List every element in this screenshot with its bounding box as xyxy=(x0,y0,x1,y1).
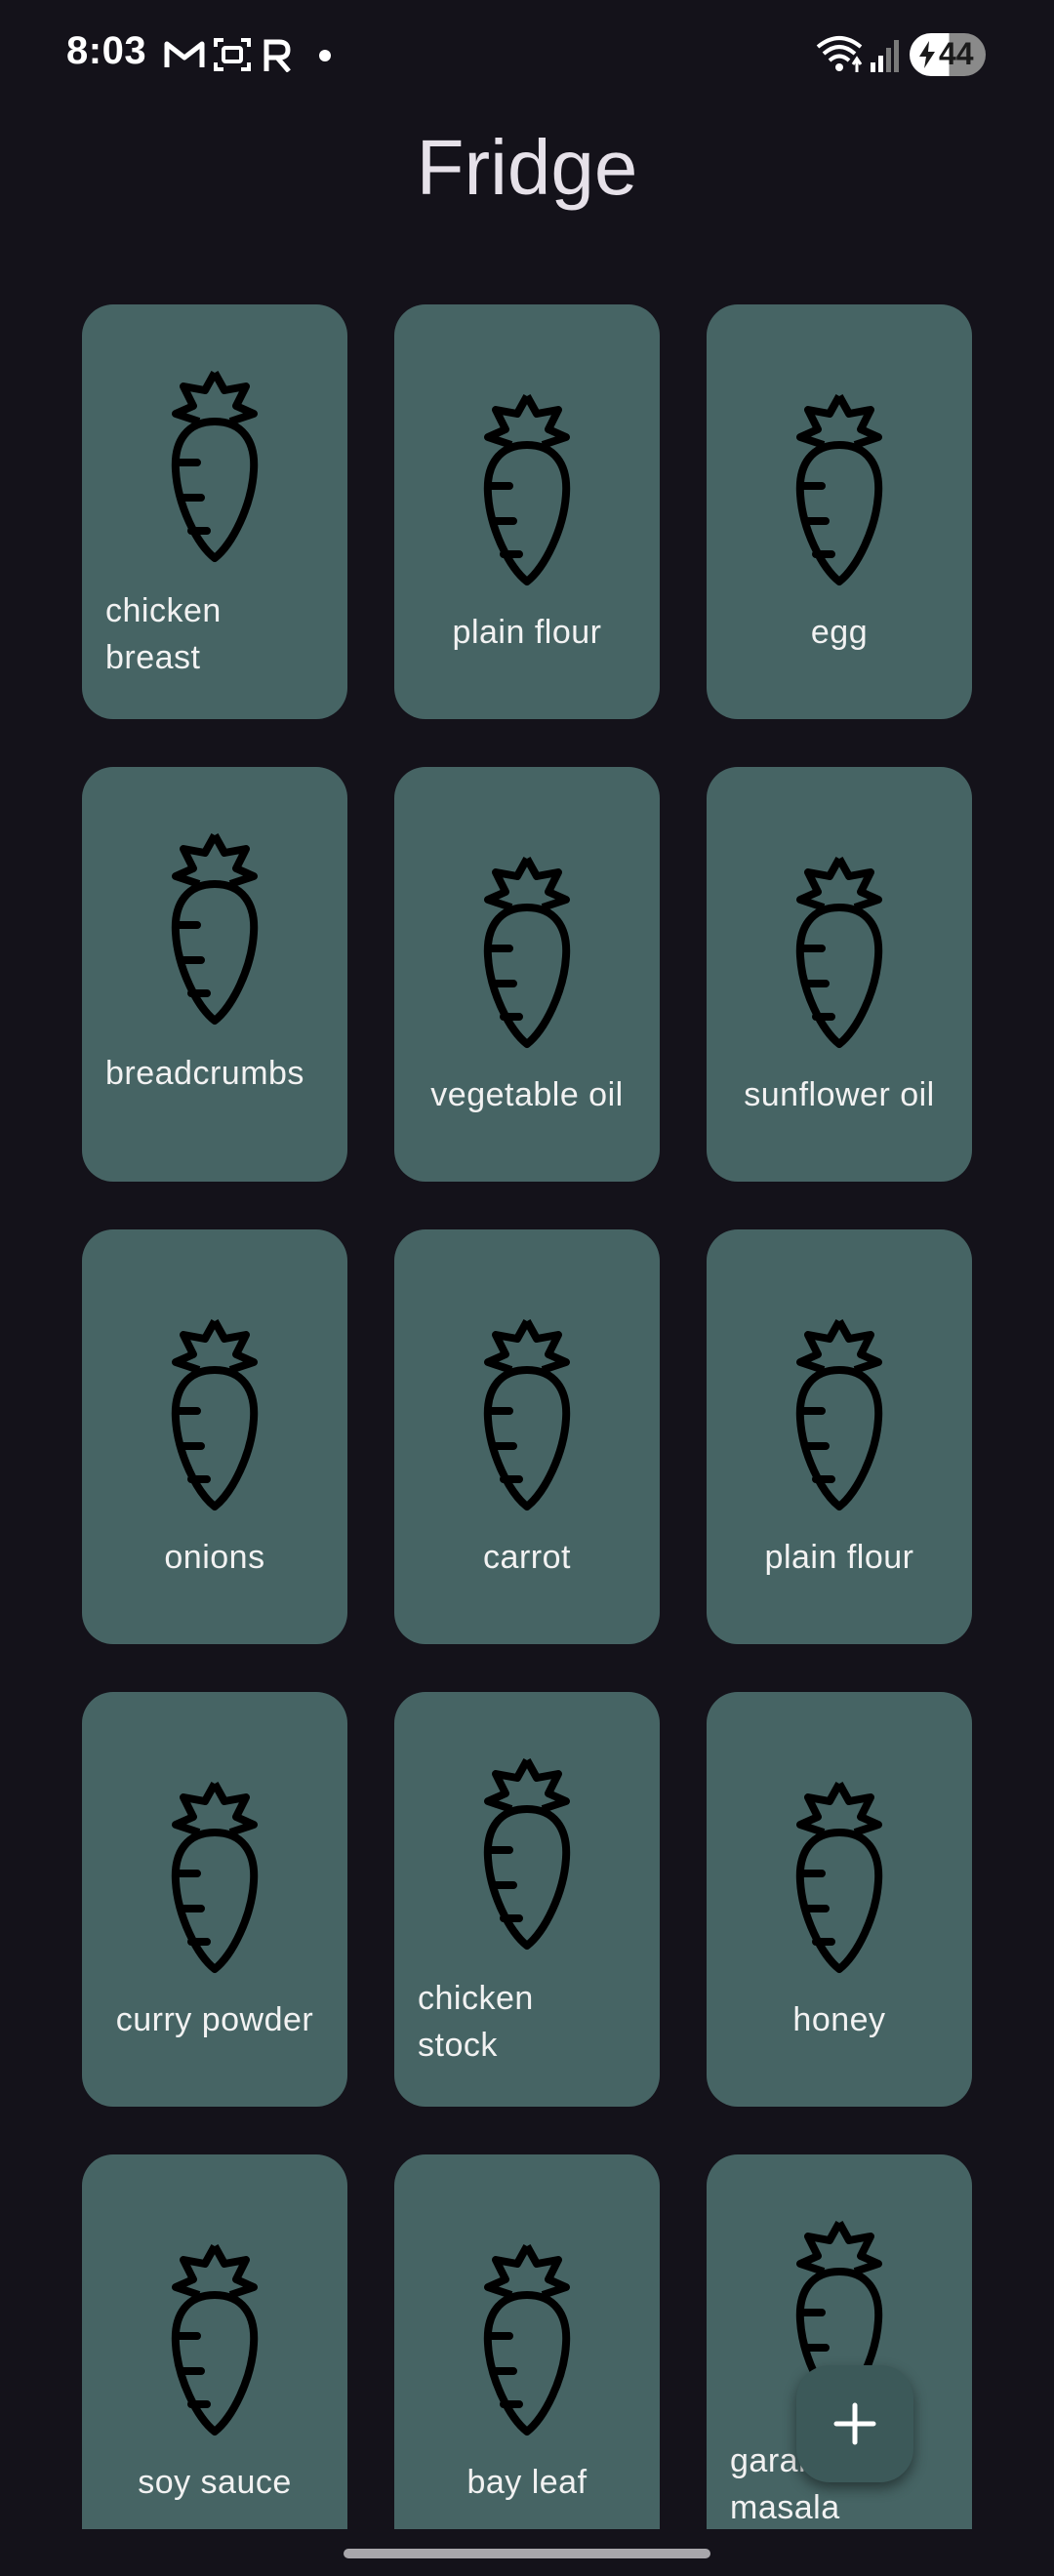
fridge-item-card[interactable]: chicken stock xyxy=(394,1692,660,2107)
screenshot-icon xyxy=(214,38,251,71)
carrot-icon xyxy=(795,857,883,1048)
carrot-icon xyxy=(483,394,571,585)
plus-icon xyxy=(833,2402,876,2445)
item-label: plain flour xyxy=(764,1539,914,1576)
carrot-icon xyxy=(483,1758,571,1950)
fridge-grid: chicken breast plain flour egg breadcrum… xyxy=(82,304,972,2529)
item-label: curry powder xyxy=(115,2001,314,2038)
carrot-icon xyxy=(171,371,259,562)
item-label: chicken breast xyxy=(105,592,222,676)
item-label: bay leaf xyxy=(466,2464,588,2501)
carrot-icon xyxy=(483,1319,571,1510)
status-time: 8:03 xyxy=(66,29,147,72)
item-label: carrot xyxy=(483,1539,571,1576)
fridge-item-card[interactable]: plain flour xyxy=(394,304,660,719)
carrot-icon xyxy=(171,2244,259,2435)
carrot-icon xyxy=(483,2244,571,2435)
carrot-icon xyxy=(795,1782,883,1973)
gesture-nav-handle[interactable] xyxy=(344,2549,710,2558)
gmail-icon xyxy=(164,41,205,67)
item-label: honey xyxy=(792,2001,886,2038)
status-bar: 8:03 44 xyxy=(0,0,1054,109)
battery-level: 44 xyxy=(939,36,974,71)
battery-charging-icon: 44 xyxy=(910,33,986,76)
fridge-item-card[interactable]: bay leaf xyxy=(394,2154,660,2529)
item-label: soy sauce xyxy=(138,2464,292,2501)
fridge-item-card[interactable]: honey xyxy=(707,1692,972,2107)
carrot-icon xyxy=(795,394,883,585)
item-label: vegetable oil xyxy=(430,1076,624,1113)
carrot-icon xyxy=(171,1782,259,1973)
item-label: breadcrumbs xyxy=(105,1055,304,1092)
signal-icon xyxy=(871,40,899,72)
carrot-icon xyxy=(171,1319,259,1510)
fridge-item-card[interactable]: soy sauce xyxy=(82,2154,347,2529)
fridge-item-card[interactable]: egg xyxy=(707,304,972,719)
item-label: egg xyxy=(810,614,869,651)
wifi-icon xyxy=(816,36,863,72)
fridge-item-card[interactable]: chicken breast xyxy=(82,304,347,719)
item-label: onions xyxy=(164,1539,265,1576)
carrot-icon xyxy=(483,857,571,1048)
r-app-icon xyxy=(264,39,291,72)
page-title: Fridge xyxy=(416,124,638,211)
item-label: chicken stock xyxy=(418,1980,534,2064)
fridge-item-card[interactable]: sunflower oil xyxy=(707,767,972,1182)
fridge-item-card[interactable]: onions xyxy=(82,1229,347,1644)
item-label: sunflower oil xyxy=(744,1076,935,1113)
notification-dot-icon xyxy=(319,50,331,61)
fridge-item-card[interactable]: plain flour xyxy=(707,1229,972,1644)
carrot-icon xyxy=(171,833,259,1025)
fridge-item-card[interactable]: vegetable oil xyxy=(394,767,660,1182)
carrot-icon xyxy=(795,1319,883,1510)
add-item-button[interactable] xyxy=(796,2365,913,2482)
fridge-item-card[interactable]: breadcrumbs xyxy=(82,767,347,1182)
fridge-item-card[interactable]: carrot xyxy=(394,1229,660,1644)
fridge-item-card[interactable]: curry powder xyxy=(82,1692,347,2107)
item-label: plain flour xyxy=(452,614,602,651)
